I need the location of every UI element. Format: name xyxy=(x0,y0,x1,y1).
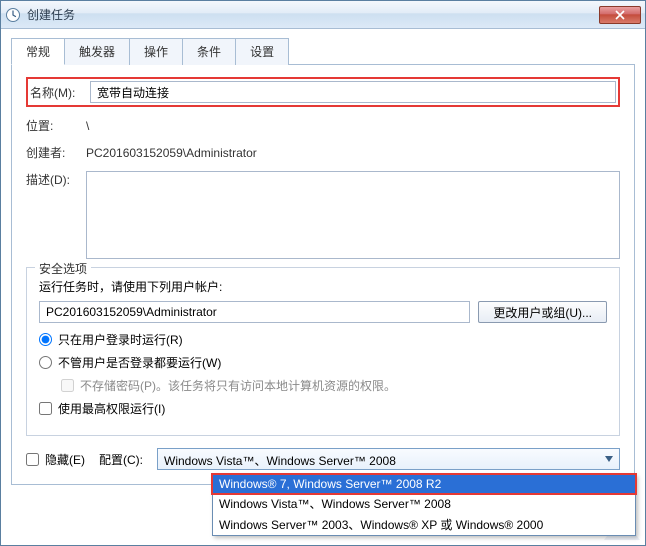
location-value: \ xyxy=(86,119,89,133)
dropdown-item-win7[interactable]: Windows® 7, Windows Server™ 2008 R2 xyxy=(213,475,635,493)
config-combobox-value: Windows Vista™、Windows Server™ 2008 xyxy=(164,454,396,468)
tab-settings[interactable]: 设置 xyxy=(235,38,289,65)
tab-strip: 常规 触发器 操作 条件 设置 xyxy=(11,37,635,65)
user-account-display: PC201603152059\Administrator xyxy=(39,301,470,323)
radio-any-user-label: 不管用户是否登录都要运行(W) xyxy=(58,354,221,371)
creator-value: PC201603152059\Administrator xyxy=(86,146,257,160)
tab-actions[interactable]: 操作 xyxy=(129,38,183,65)
close-button[interactable] xyxy=(599,6,641,24)
name-input[interactable] xyxy=(90,81,616,103)
chevron-down-icon xyxy=(601,451,617,467)
create-task-window: 创建任务 常规 触发器 操作 条件 设置 名称(M): 位置: \ 创建者: P… xyxy=(0,0,646,546)
description-input[interactable] xyxy=(86,171,620,259)
name-label: 名称(M): xyxy=(30,84,90,101)
description-label: 描述(D): xyxy=(26,171,86,188)
security-group: 安全选项 运行任务时，请使用下列用户帐户: PC201603152059\Adm… xyxy=(26,267,620,436)
titlebar: 创建任务 xyxy=(1,1,645,29)
config-combobox[interactable]: Windows Vista™、Windows Server™ 2008 xyxy=(157,448,620,470)
hidden-label: 隐藏(E) xyxy=(45,451,85,468)
tab-conditions[interactable]: 条件 xyxy=(182,38,236,65)
config-dropdown: Windows® 7, Windows Server™ 2008 R2 Wind… xyxy=(212,474,636,536)
security-group-title: 安全选项 xyxy=(35,260,91,277)
no-password-label: 不存储密码(P)。该任务将只有访问本地计算机资源的权限。 xyxy=(80,377,396,394)
dropdown-item-2003[interactable]: Windows Server™ 2003、Windows® XP 或 Windo… xyxy=(213,514,635,535)
clock-icon xyxy=(5,7,21,23)
tab-general[interactable]: 常规 xyxy=(11,38,65,65)
change-user-button[interactable]: 更改用户或组(U)... xyxy=(478,301,607,323)
creator-label: 创建者: xyxy=(26,144,86,161)
radio-any-user[interactable] xyxy=(39,356,52,369)
close-icon xyxy=(615,10,625,20)
checkbox-hidden[interactable] xyxy=(26,453,39,466)
radio-logged-on[interactable] xyxy=(39,333,52,346)
window-title: 创建任务 xyxy=(27,6,599,23)
tab-triggers[interactable]: 触发器 xyxy=(64,38,130,65)
highest-priv-label: 使用最高权限运行(I) xyxy=(58,400,165,417)
general-panel: 名称(M): 位置: \ 创建者: PC201603152059\Adminis… xyxy=(11,65,635,485)
config-label: 配置(C): xyxy=(99,451,143,468)
name-highlight-box: 名称(M): xyxy=(26,77,620,107)
dropdown-item-vista[interactable]: Windows Vista™、Windows Server™ 2008 xyxy=(213,493,635,514)
checkbox-highest-priv[interactable] xyxy=(39,402,52,415)
footer-row: 隐藏(E) 配置(C): Windows Vista™、Windows Serv… xyxy=(26,448,620,470)
content-area: 常规 触发器 操作 条件 设置 名称(M): 位置: \ 创建者: PC2016… xyxy=(1,29,645,495)
location-label: 位置: xyxy=(26,117,86,134)
run-as-hint: 运行任务时，请使用下列用户帐户: xyxy=(39,278,222,295)
checkbox-no-password xyxy=(61,379,74,392)
radio-logged-on-label: 只在用户登录时运行(R) xyxy=(58,331,183,348)
